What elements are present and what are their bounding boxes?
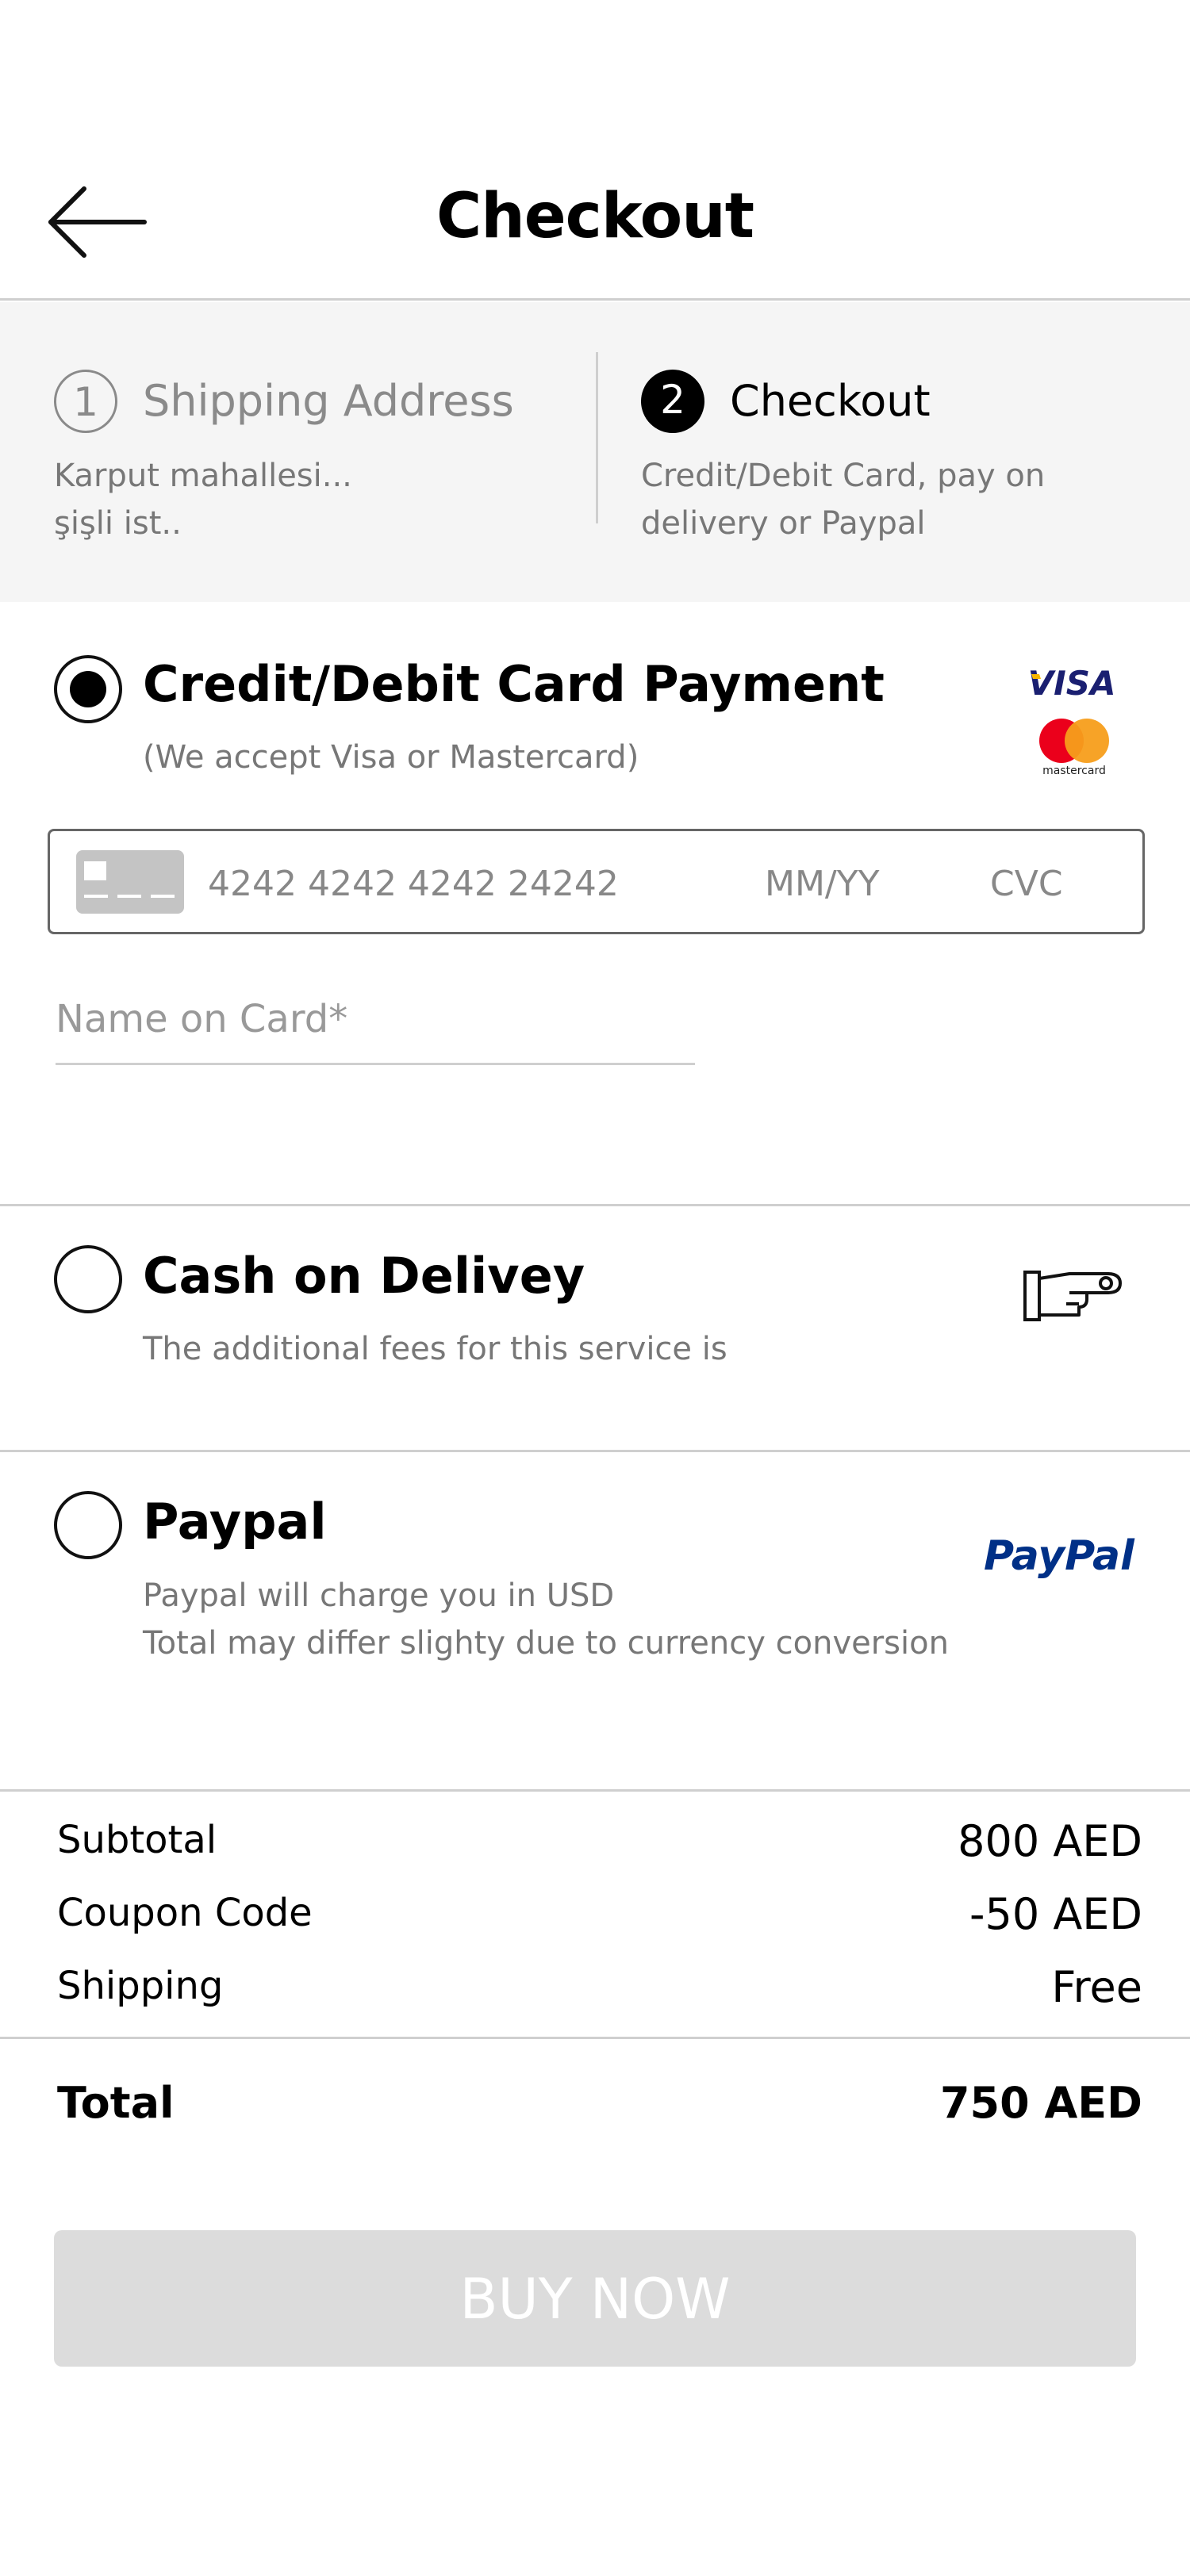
cash-on-delivery-title: Cash on Delivey bbox=[143, 1247, 585, 1305]
card-cvc-field[interactable]: CVC bbox=[990, 857, 1063, 912]
svg-text:mastercard: mastercard bbox=[1042, 765, 1106, 777]
credit-card-icon bbox=[76, 850, 184, 914]
card-payment-radio[interactable] bbox=[54, 655, 122, 723]
card-number-field[interactable]: 4242 4242 4242 24242 bbox=[208, 857, 619, 912]
coupon-code-value: -50 AED bbox=[969, 1889, 1142, 1939]
cash-on-delivery-subtitle: The additional fees for this service is bbox=[143, 1331, 727, 1367]
coupon-code-label: Coupon Code bbox=[57, 1891, 313, 1935]
step-2-title: Checkout bbox=[730, 376, 931, 426]
step-2-description-line-2: delivery or Paypal bbox=[641, 505, 926, 542]
subtotal-value: 800 AED bbox=[958, 1816, 1142, 1866]
step-1-number: 1 bbox=[54, 370, 117, 433]
card-expiry-field[interactable]: MM/YY bbox=[765, 857, 880, 912]
radio-selected-dot bbox=[70, 671, 106, 707]
section-divider bbox=[0, 1204, 1190, 1206]
card-payment-subtitle: (We accept Visa or Mastercard) bbox=[143, 739, 639, 776]
summary-divider bbox=[0, 2037, 1190, 2039]
name-on-card-field[interactable] bbox=[56, 976, 695, 1065]
total-value: 750 AED bbox=[939, 2078, 1142, 2128]
card-payment-title: Credit/Debit Card Payment bbox=[143, 655, 885, 713]
step-2-description-line-1: Credit/Debit Card, pay on bbox=[641, 458, 1046, 494]
subtotal-label: Subtotal bbox=[57, 1818, 217, 1862]
section-divider bbox=[0, 1450, 1190, 1452]
total-label: Total bbox=[57, 2078, 175, 2128]
step-1-address-line-2: şişli ist.. bbox=[54, 505, 182, 542]
shipping-value: Free bbox=[1051, 1962, 1142, 2012]
paypal-logo: PayPal bbox=[984, 1532, 1134, 1580]
svg-text:VISA: VISA bbox=[1028, 664, 1115, 701]
hand-pointing-icon bbox=[1023, 1271, 1122, 1321]
paypal-radio[interactable] bbox=[54, 1491, 122, 1559]
step-2-number: 2 bbox=[641, 370, 704, 433]
cash-on-delivery-radio[interactable] bbox=[54, 1245, 122, 1313]
paypal-description-line-1: Paypal will charge you in USD bbox=[143, 1577, 615, 1614]
stepper-divider bbox=[596, 352, 598, 523]
shipping-label: Shipping bbox=[57, 1964, 224, 2008]
buy-now-button[interactable]: BUY NOW bbox=[54, 2230, 1136, 2367]
step-1-title[interactable]: Shipping Address bbox=[143, 370, 514, 433]
page-title: Checkout bbox=[436, 181, 754, 252]
paypal-description-line-2: Total may differ slighty due to currency… bbox=[143, 1625, 949, 1662]
section-divider bbox=[0, 1789, 1190, 1792]
mastercard-logo-icon: mastercard bbox=[1039, 719, 1109, 777]
paypal-title: Paypal bbox=[143, 1493, 327, 1551]
header-divider bbox=[0, 298, 1190, 301]
visa-logo-icon: VISA bbox=[1028, 664, 1115, 701]
step-1-address-line-1: Karput mahallesi... bbox=[54, 458, 352, 494]
